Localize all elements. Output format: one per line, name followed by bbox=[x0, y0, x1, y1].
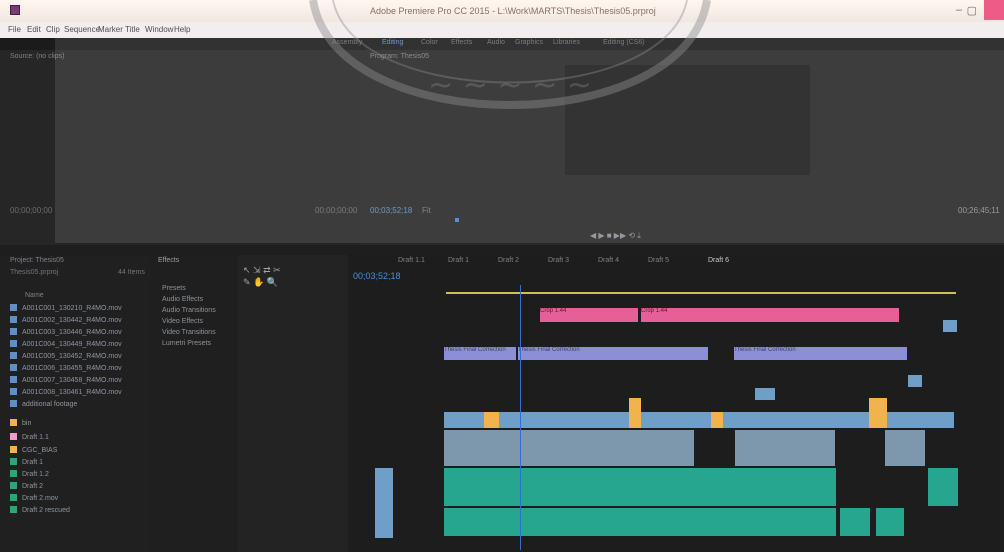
audio-track-a1[interactable] bbox=[444, 430, 694, 466]
effects-panel: Effects Presets Audio Effects Audio Tran… bbox=[150, 255, 238, 552]
maximize-icon[interactable]: ▢ bbox=[967, 4, 977, 17]
timeline-timecode: 00;03;52;18 bbox=[353, 271, 401, 281]
clip-purple-2[interactable]: Thesis Final Correction bbox=[518, 347, 708, 360]
menu-file[interactable]: File bbox=[8, 25, 21, 34]
list-item[interactable]: A001C006_130455_R4MO.mov bbox=[10, 364, 146, 375]
audio-track-a3[interactable] bbox=[840, 508, 870, 536]
list-item[interactable]: A001C003_130446_R4MO.mov bbox=[10, 328, 146, 339]
list-item[interactable]: Draft 2 rescued bbox=[10, 506, 146, 517]
audio-track-a3[interactable] bbox=[444, 508, 836, 536]
effects-item-video-transitions[interactable]: Video Transitions bbox=[162, 329, 216, 336]
list-item[interactable]: additional footage bbox=[10, 400, 146, 411]
menu-marker[interactable]: Marker bbox=[98, 25, 123, 34]
menu-clip[interactable]: Clip bbox=[46, 25, 60, 34]
effects-item-video-effects[interactable]: Video Effects bbox=[162, 318, 203, 325]
clip-orange[interactable] bbox=[869, 398, 887, 428]
menu-sequence[interactable]: Sequence bbox=[64, 25, 100, 34]
timeline-tab-6[interactable]: Draft 5 bbox=[648, 257, 669, 264]
timeline-tab-1[interactable]: Draft 1.1 bbox=[398, 257, 425, 264]
watermark-seal: ~ ~ ~ ~ ~ bbox=[309, 0, 711, 109]
clip-orange[interactable] bbox=[484, 412, 499, 428]
pen-tool-icon[interactable]: ✎ ✋ 🔍 bbox=[243, 277, 278, 288]
project-name-column[interactable]: Name bbox=[25, 292, 44, 299]
menu-help[interactable]: Help bbox=[174, 25, 190, 34]
list-item[interactable]: A001C008_130461_R4MO.mov bbox=[10, 388, 146, 399]
timeline-tab-3[interactable]: Draft 2 bbox=[498, 257, 519, 264]
audio-track-a1[interactable] bbox=[885, 430, 925, 466]
premiere-app-icon bbox=[10, 5, 20, 15]
clip-purple-3[interactable]: Thesis Final Correction bbox=[734, 347, 907, 360]
project-panel: Project: Thesis05 Thesis05.prproj 44 Ite… bbox=[0, 255, 150, 552]
effects-item-audio-effects[interactable]: Audio Effects bbox=[162, 296, 203, 303]
timeline-playhead[interactable] bbox=[520, 285, 521, 550]
minimize-icon[interactable]: – bbox=[956, 4, 962, 16]
list-item[interactable]: Draft 2.mov bbox=[10, 494, 146, 505]
list-item[interactable]: Draft 1 bbox=[10, 458, 146, 469]
list-item[interactable]: CGC_BIAS bbox=[10, 446, 146, 457]
clip-pink-2[interactable]: Crop 1.44 bbox=[641, 308, 899, 322]
tools-panel: ↖ ⇲ ⇄ ✂ ✎ ✋ 🔍 bbox=[238, 255, 348, 552]
selection-tool-icon[interactable]: ↖ ⇲ ⇄ ✂ bbox=[243, 265, 281, 276]
close-button[interactable] bbox=[984, 0, 1004, 20]
list-item[interactable]: bin bbox=[10, 419, 146, 430]
audio-track-a3[interactable] bbox=[876, 508, 904, 536]
effects-tab[interactable]: Effects bbox=[158, 257, 179, 264]
audio-track-a1[interactable] bbox=[735, 430, 835, 466]
audio-track-a2[interactable] bbox=[928, 468, 958, 506]
clip-blue-small[interactable] bbox=[943, 320, 957, 332]
list-item[interactable]: A001C001_130210_R4MO.mov bbox=[10, 304, 146, 315]
menu-edit[interactable]: Edit bbox=[27, 25, 41, 34]
timeline-tab-5[interactable]: Draft 4 bbox=[598, 257, 619, 264]
project-search-input[interactable]: Thesis05.prproj bbox=[10, 269, 58, 276]
clip-blue-small[interactable] bbox=[908, 375, 922, 387]
timeline-tab-2[interactable]: Draft 1 bbox=[448, 257, 469, 264]
clip-orange[interactable] bbox=[629, 398, 641, 428]
menu-window[interactable]: Window bbox=[145, 25, 173, 34]
work-area-bar[interactable] bbox=[446, 292, 956, 294]
list-item[interactable]: A001C002_130442_R4MO.mov bbox=[10, 316, 146, 327]
audio-track-a2[interactable] bbox=[444, 468, 836, 506]
clip-pink-1[interactable]: Crop 1.44 bbox=[540, 308, 638, 322]
effects-item-audio-transitions[interactable]: Audio Transitions bbox=[162, 307, 216, 314]
timeline-tab-7[interactable]: Draft 6 bbox=[708, 257, 729, 264]
clip-purple-1[interactable]: Thesis Final Correction bbox=[444, 347, 516, 360]
list-item[interactable]: A001C005_130452_R4MO.mov bbox=[10, 352, 146, 363]
effects-item-lumetri-presets[interactable]: Lumetri Presets bbox=[162, 340, 211, 347]
clip-blue-small[interactable] bbox=[755, 388, 775, 400]
timeline-tab-4[interactable]: Draft 3 bbox=[548, 257, 569, 264]
project-item-count: 44 Items bbox=[118, 269, 145, 276]
clip-orange[interactable] bbox=[711, 412, 723, 428]
svg-text:~ ~ ~ ~ ~: ~ ~ ~ ~ ~ bbox=[428, 68, 592, 103]
source-timecode-in: 00;00;00;00 bbox=[10, 206, 53, 215]
list-item[interactable]: A001C007_130458_R4MO.mov bbox=[10, 376, 146, 387]
list-item[interactable]: Draft 1.1 bbox=[10, 433, 146, 444]
list-item[interactable]: Draft 1.2 bbox=[10, 470, 146, 481]
list-item[interactable]: Draft 2 bbox=[10, 482, 146, 493]
effects-item-presets[interactable]: Presets bbox=[162, 285, 186, 292]
list-item[interactable]: A001C004_130449_R4MO.mov bbox=[10, 340, 146, 351]
menu-title[interactable]: Title bbox=[125, 25, 140, 34]
project-tab[interactable]: Project: Thesis05 bbox=[10, 257, 64, 264]
audio-meter bbox=[375, 468, 393, 538]
